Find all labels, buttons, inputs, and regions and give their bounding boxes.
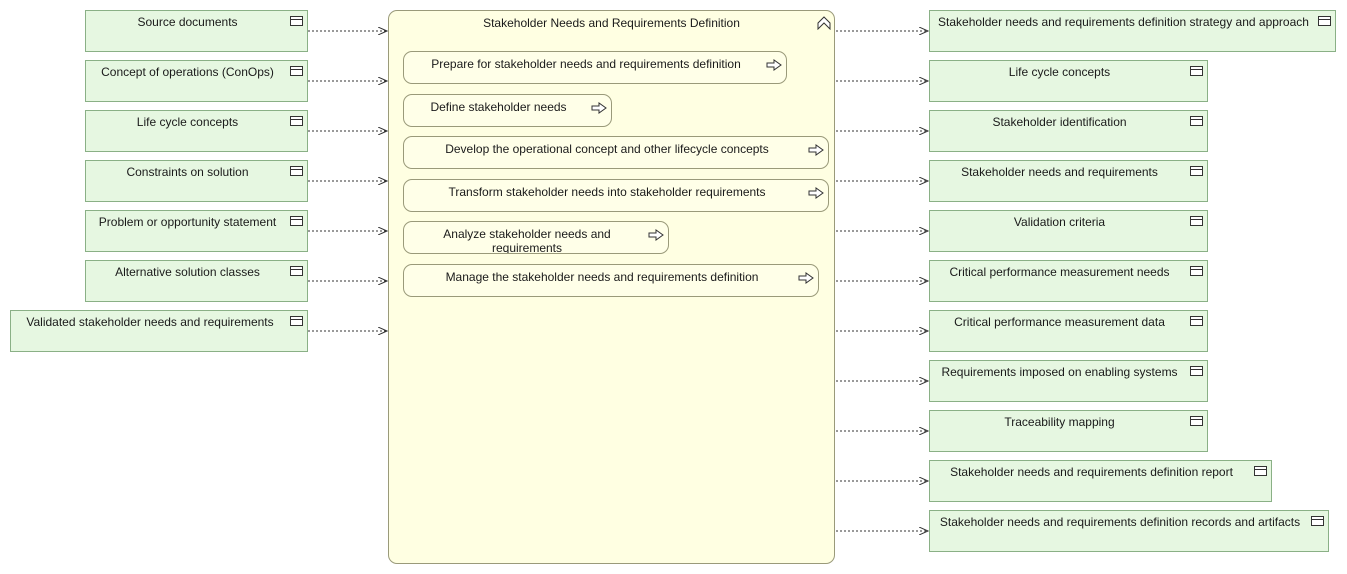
process-step-label: Transform stakeholder needs into stakeho… — [448, 185, 766, 199]
process-step-label: Define stakeholder needs — [430, 100, 567, 114]
output-object[interactable]: Life cycle concepts — [929, 60, 1208, 102]
input-flow-arrows — [308, 31, 387, 331]
process-container[interactable]: Stakeholder Needs and Requirements Defin… — [388, 10, 835, 564]
process-step[interactable]: Develop the operational concept and othe… — [403, 136, 829, 169]
output-object-label: Life cycle concepts — [1008, 65, 1111, 79]
action-arrow-icon — [808, 187, 824, 199]
object-icon — [290, 66, 303, 76]
action-arrow-icon — [808, 144, 824, 156]
output-object-label: Stakeholder identification — [992, 115, 1127, 129]
output-object[interactable]: Critical performance measurement data — [929, 310, 1208, 352]
input-object-label: Life cycle concepts — [136, 115, 239, 129]
input-object[interactable]: Validated stakeholder needs and requirem… — [10, 310, 308, 352]
object-icon — [1254, 466, 1267, 476]
output-object[interactable]: Stakeholder needs and requirements defin… — [929, 10, 1336, 52]
process-title: Stakeholder Needs and Requirements Defin… — [483, 16, 740, 30]
process-step[interactable]: Analyze stakeholder needs and requiremen… — [403, 221, 669, 254]
output-object[interactable]: Stakeholder needs and requirements — [929, 160, 1208, 202]
output-object-label: Traceability mapping — [1004, 415, 1115, 429]
output-object[interactable]: Stakeholder needs and requirements defin… — [929, 460, 1272, 502]
output-object-label: Requirements imposed on enabling systems — [941, 365, 1178, 379]
input-object[interactable]: Alternative solution classes — [85, 260, 308, 302]
input-object[interactable]: Life cycle concepts — [85, 110, 308, 152]
output-object-label: Critical performance measurement data — [954, 315, 1165, 329]
output-object-label: Stakeholder needs and requirements defin… — [938, 15, 1309, 29]
process-step[interactable]: Define stakeholder needs — [403, 94, 612, 127]
process-step-label: Manage the stakeholder needs and require… — [445, 270, 759, 284]
object-icon — [1190, 266, 1203, 276]
input-object[interactable]: Source documents — [85, 10, 308, 52]
input-object-label: Problem or opportunity statement — [98, 215, 277, 229]
collapse-chevron-icon[interactable] — [817, 16, 831, 30]
object-icon — [1190, 316, 1203, 326]
object-icon — [1190, 366, 1203, 376]
input-object-label: Validated stakeholder needs and requirem… — [26, 315, 274, 329]
action-arrow-icon — [591, 102, 607, 114]
output-object[interactable]: Critical performance measurement needs — [929, 260, 1208, 302]
output-object[interactable]: Stakeholder identification — [929, 110, 1208, 152]
object-icon — [1190, 166, 1203, 176]
output-object[interactable]: Requirements imposed on enabling systems — [929, 360, 1208, 402]
object-icon — [290, 216, 303, 226]
output-object-label: Stakeholder needs and requirements defin… — [939, 515, 1301, 529]
output-object-label: Validation criteria — [1013, 215, 1106, 229]
input-object[interactable]: Constraints on solution — [85, 160, 308, 202]
output-flow-arrows — [836, 31, 928, 531]
output-object-label: Stakeholder needs and requirements defin… — [950, 465, 1233, 479]
object-icon — [1190, 116, 1203, 126]
object-icon — [1190, 66, 1203, 76]
process-step[interactable]: Prepare for stakeholder needs and requir… — [403, 51, 787, 84]
output-object-label: Critical performance measurement needs — [949, 265, 1170, 279]
output-object[interactable]: Stakeholder needs and requirements defin… — [929, 510, 1329, 552]
output-object-label: Stakeholder needs and requirements — [961, 165, 1158, 179]
input-object-label: Alternative solution classes — [115, 265, 260, 279]
process-step-label: Develop the operational concept and othe… — [445, 142, 769, 156]
input-object-label: Source documents — [137, 15, 238, 29]
action-arrow-icon — [798, 272, 814, 284]
object-icon — [1190, 216, 1203, 226]
object-icon — [290, 266, 303, 276]
action-arrow-icon — [648, 229, 664, 241]
object-icon — [1190, 416, 1203, 426]
object-icon — [1318, 16, 1331, 26]
object-icon — [1311, 516, 1324, 526]
object-icon — [290, 166, 303, 176]
output-object[interactable]: Validation criteria — [929, 210, 1208, 252]
input-object[interactable]: Problem or opportunity statement — [85, 210, 308, 252]
process-step[interactable]: Transform stakeholder needs into stakeho… — [403, 179, 829, 212]
input-object-label: Concept of operations (ConOps) — [101, 65, 274, 79]
object-icon — [290, 16, 303, 26]
process-step[interactable]: Manage the stakeholder needs and require… — [403, 264, 819, 297]
input-object-label: Constraints on solution — [126, 165, 249, 179]
input-object[interactable]: Concept of operations (ConOps) — [85, 60, 308, 102]
output-object[interactable]: Traceability mapping — [929, 410, 1208, 452]
process-step-label: Analyze stakeholder needs and requiremen… — [443, 227, 611, 254]
process-step-label: Prepare for stakeholder needs and requir… — [431, 57, 741, 71]
object-icon — [290, 116, 303, 126]
action-arrow-icon — [766, 59, 782, 71]
object-icon — [290, 316, 303, 326]
